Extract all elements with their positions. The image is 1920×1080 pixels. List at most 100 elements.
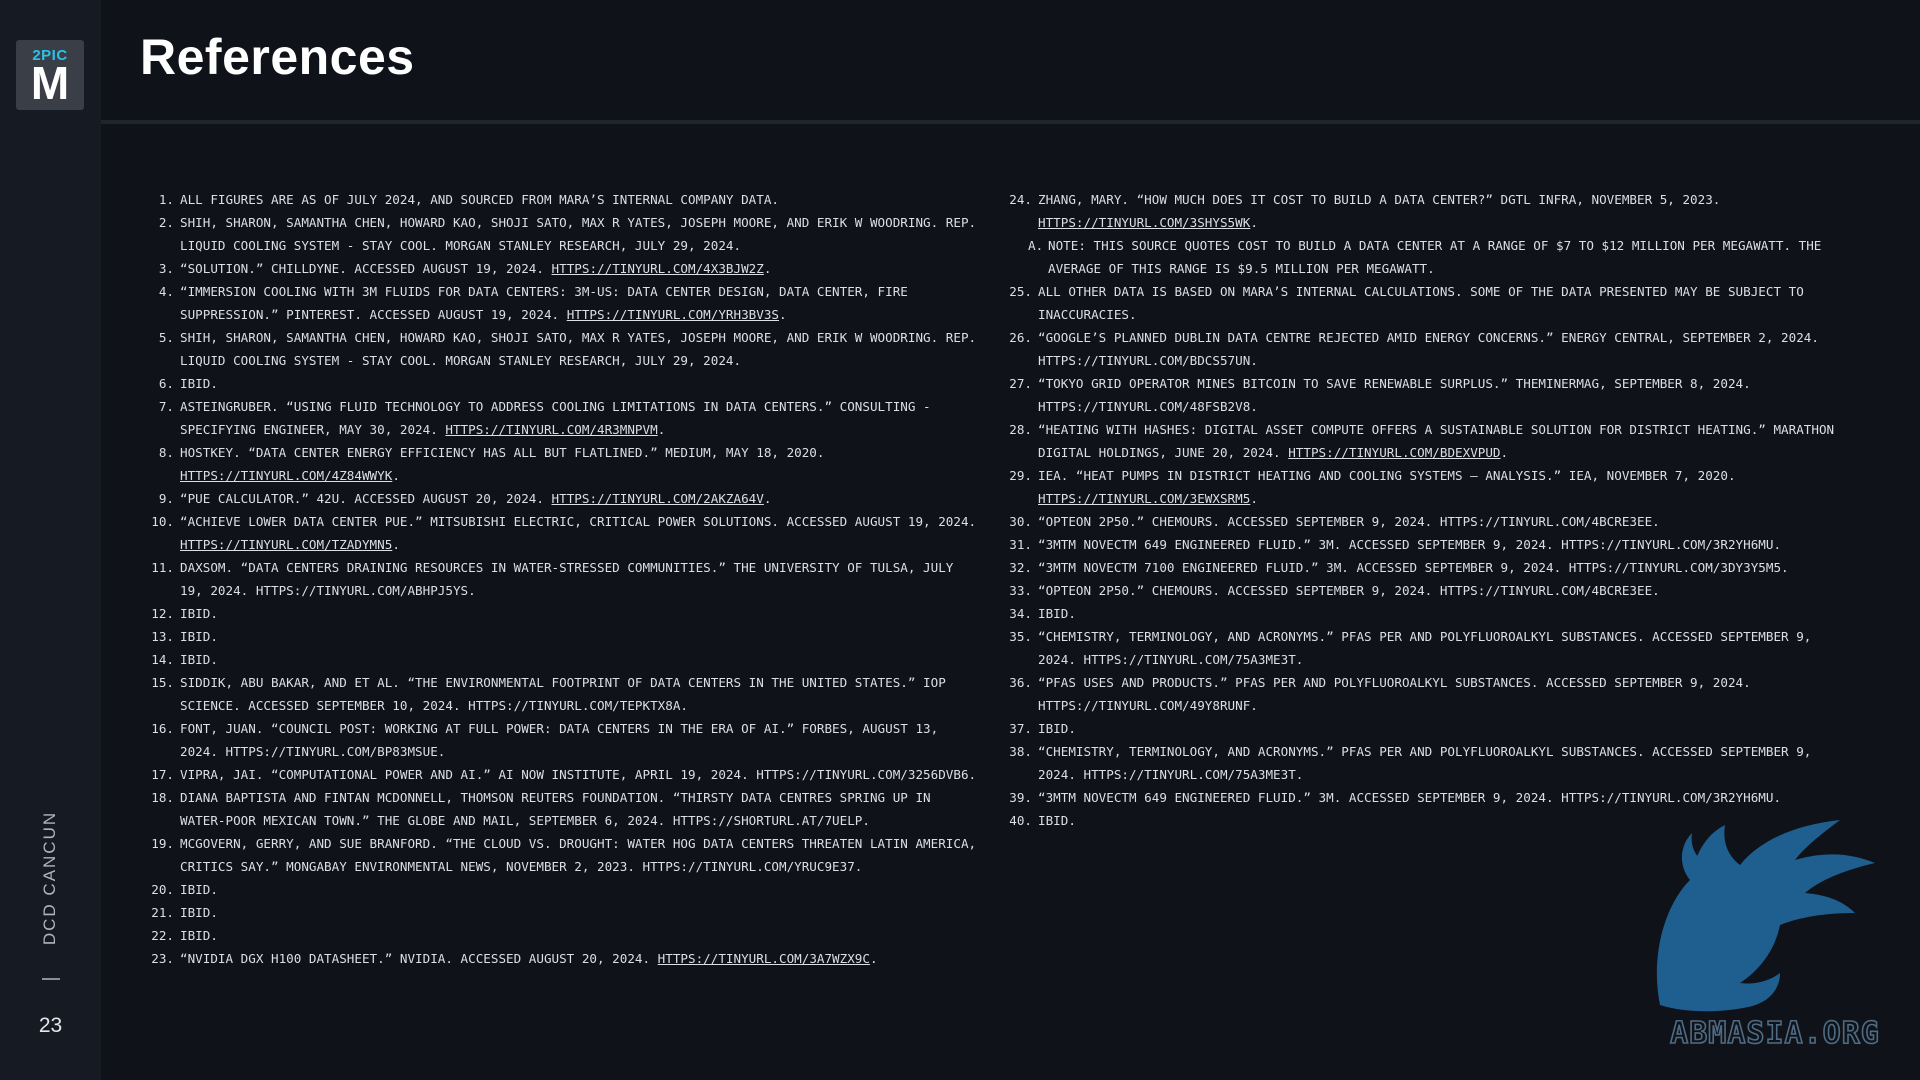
reference-link[interactable]: https://tinyurl.com/bdexvpud xyxy=(1288,445,1500,460)
reference-text-part: . xyxy=(1250,215,1258,230)
reference-text: Hostkey. “Data Center Energy Efficiency … xyxy=(180,441,980,487)
reference-number: 11. xyxy=(151,560,174,575)
reference-text-part: “PUE Calculator.” 42U. Accessed August 2… xyxy=(180,491,552,506)
reference-item: 31. “3MTM NovecTM 649 Engineered Fluid.” … xyxy=(998,533,1856,556)
reference-item: 28. “Heating with Hashes: Digital Asset C… xyxy=(998,418,1856,464)
reference-item: 35. “Chemistry, Terminology, and Acronyms… xyxy=(998,625,1856,671)
reference-item: 26. “Google’s Planned Dublin Data Centre … xyxy=(998,326,1856,372)
reference-number: 34. xyxy=(1009,606,1032,621)
reference-number: 10. xyxy=(151,514,174,529)
reference-link[interactable]: https://tinyurl.com/4x3bjw2z xyxy=(552,261,764,276)
reference-item: 27. “Tokyo Grid Operator Mines Bitcoin to… xyxy=(998,372,1856,418)
reference-number: 40. xyxy=(1009,813,1032,828)
reference-text: Ibid. xyxy=(180,372,980,395)
reference-number: 29. xyxy=(1009,468,1032,483)
reference-text-part: Ibid. xyxy=(180,652,218,667)
reference-item: 7. asteingruber. “Using Fluid Technology … xyxy=(140,395,980,441)
brand-logo[interactable]: 2PIC M xyxy=(16,40,84,110)
reference-item: 21. Ibid. xyxy=(140,901,980,924)
reference-item: 30. “Opteon 2P50.” Chemours. Accessed Sep… xyxy=(998,510,1856,533)
reference-text-part: “Opteon 2P50.” Chemours. Accessed Septem… xyxy=(1038,583,1660,598)
reference-text: Diana Baptista and Fintan McDonnell, Tho… xyxy=(180,786,980,832)
reference-item: 1. All figures are as of July 2024, and s… xyxy=(140,188,980,211)
reference-text-part: . xyxy=(657,422,666,437)
reference-item: 18. Diana Baptista and Fintan McDonnell, … xyxy=(140,786,980,832)
reference-text: Vipra, Jai. “Computational Power and AI.… xyxy=(180,763,980,786)
reference-text: “3MTM NovecTM 7100 Engineered Fluid.” 3M… xyxy=(1038,556,1856,579)
reference-text-part: Daxsom. “Data Centers Draining Resources… xyxy=(180,560,954,598)
reference-link[interactable]: https://tinyurl.com/3ewxsrm5 xyxy=(1038,491,1250,506)
reference-text-part: All figures are as of July 2024, and sou… xyxy=(180,192,779,207)
reference-text: Note: This source quotes cost to build a… xyxy=(1048,234,1856,280)
reference-text-part: “Solution.” Chilldyne. Accessed August 1… xyxy=(180,261,552,276)
reference-text-part: “Immersion Cooling with 3M Fluids for Da… xyxy=(180,284,908,322)
reference-number: 28. xyxy=(1009,422,1032,437)
reference-text: Zhang, Mary. “How Much Does It Cost to B… xyxy=(1038,188,1856,234)
reference-number: 21. xyxy=(151,905,174,920)
reference-number: 32. xyxy=(1009,560,1032,575)
reference-text-part: Hostkey. “Data Center Energy Efficiency … xyxy=(180,445,825,460)
reference-link[interactable]: https://tinyurl.com/3a7wzx9c xyxy=(658,951,870,966)
reference-text: “Google’s Planned Dublin Data Centre Rej… xyxy=(1038,326,1856,372)
reference-link[interactable]: https://tinyurl.com/tzadymn5 xyxy=(180,537,392,552)
header-divider xyxy=(101,120,1920,124)
reference-number: 20. xyxy=(151,882,174,897)
reference-item: 12. Ibid. xyxy=(140,602,980,625)
reference-number: 8. xyxy=(158,445,174,460)
reference-number: 35. xyxy=(1009,629,1032,644)
reference-text: “NVIDIA DGX H100 Datasheet.” NVIDIA. Acc… xyxy=(180,947,980,970)
reference-item: 13. Ibid. xyxy=(140,625,980,648)
reference-text-part: Ibid. xyxy=(180,882,218,897)
reference-number: 27. xyxy=(1009,376,1032,391)
reference-text: “Achieve Lower Data Center PUE.” Mitsubi… xyxy=(180,510,980,556)
reference-text: All figures are as of July 2024, and sou… xyxy=(180,188,980,211)
reference-number: 9. xyxy=(158,491,174,506)
reference-link[interactable]: https://tinyurl.com/4r3mnpvm xyxy=(445,422,657,437)
reference-number: 33. xyxy=(1009,583,1032,598)
reference-text-part: McGovern, Gerry, and Sue Branford. “The … xyxy=(180,836,977,874)
reference-item: 34. Ibid. xyxy=(998,602,1856,625)
reference-text-part: “NVIDIA DGX H100 Datasheet.” NVIDIA. Acc… xyxy=(180,951,658,966)
reference-text-part: Note: This source quotes cost to build a… xyxy=(1048,238,1822,276)
reference-number: 6. xyxy=(158,376,174,391)
reference-number: 1. xyxy=(158,192,174,207)
reference-text-part: Ibid. xyxy=(1038,721,1076,736)
reference-text-part: Diana Baptista and Fintan McDonnell, Tho… xyxy=(180,790,931,828)
reference-link[interactable]: https://tinyurl.com/yrh3bv3s xyxy=(567,307,779,322)
watermark-griffin-icon: ABMASIA.ORG xyxy=(1656,820,1880,1052)
reference-number: 19. xyxy=(151,836,174,851)
event-label: DCD CANCUN xyxy=(40,810,59,946)
reference-text-part: “3MTM NovecTM 7100 Engineered Fluid.” 3M… xyxy=(1038,560,1789,575)
reference-text: IEA. “Heat Pumps in District Heating and… xyxy=(1038,464,1856,510)
reference-text: Ibid. xyxy=(1038,602,1856,625)
reference-link[interactable]: https://tinyurl.com/2akza64v xyxy=(552,491,764,506)
reference-number: 4. xyxy=(158,284,174,299)
reference-text-part: “Chemistry, Terminology, and Acronyms.” … xyxy=(1038,744,1812,782)
reference-link[interactable]: https://tinyurl.com/4z84wwyk xyxy=(180,468,392,483)
reference-text: Ibid. xyxy=(180,648,980,671)
reference-number: 36. xyxy=(1009,675,1032,690)
reference-text-part: Ibid. xyxy=(180,376,218,391)
reference-number: 26. xyxy=(1009,330,1032,345)
reference-text: “3MTM NovecTM 649 Engineered Fluid.” 3M.… xyxy=(1038,533,1856,556)
reference-text-part: Shih, Sharon, Samantha Chen, Howard Kao,… xyxy=(180,215,977,253)
reference-text: Ibid. xyxy=(1038,717,1856,740)
reference-text-part: . xyxy=(392,537,400,552)
reference-item: 15. Siddik, Abu Bakar, and et al. “The En… xyxy=(140,671,980,717)
reference-item: a. Note: This source quotes cost to build… xyxy=(998,234,1856,280)
reference-item: 32. “3MTM NovecTM 7100 Engineered Fluid.”… xyxy=(998,556,1856,579)
reference-item: 20. Ibid. xyxy=(140,878,980,901)
reference-link[interactable]: https://tinyurl.com/3shys5wk xyxy=(1038,215,1250,230)
reference-text: Daxsom. “Data Centers Draining Resources… xyxy=(180,556,980,602)
reference-text: Ibid. xyxy=(180,924,980,947)
reference-number: 7. xyxy=(158,399,174,414)
reference-text-part: Siddik, Abu Bakar, and et al. “The Envir… xyxy=(180,675,946,713)
reference-number: 31. xyxy=(1009,537,1032,552)
references-left-column: 1. All figures are as of July 2024, and s… xyxy=(140,188,980,970)
reference-text: All other data is based on MARA’s intern… xyxy=(1038,280,1856,326)
reference-item: 29. IEA. “Heat Pumps in District Heating … xyxy=(998,464,1856,510)
reference-number: 16. xyxy=(151,721,174,736)
sidebar-divider xyxy=(42,978,60,980)
reference-item: 38. “Chemistry, Terminology, and Acronyms… xyxy=(998,740,1856,786)
reference-item: 36. “PFAS Uses and Products.” PFAS per an… xyxy=(998,671,1856,717)
